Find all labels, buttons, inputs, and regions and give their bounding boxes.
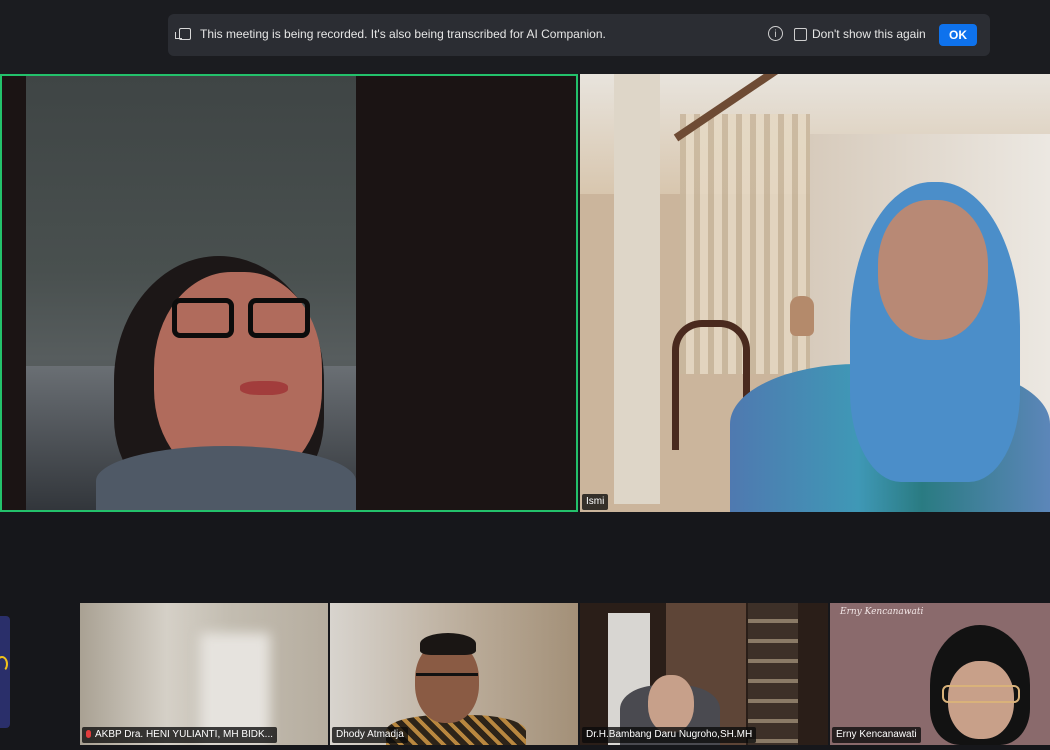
thumbnail-tile-dhody[interactable]: Dhody Atmadja [330, 603, 578, 745]
participant-jacket [96, 446, 356, 510]
speaker-video-feed [26, 76, 356, 510]
participant-face [648, 675, 694, 733]
participant-name-label: Dr.H.Bambang Daru Nugroho,SH.MH [582, 727, 757, 743]
thumbnail-tile-bambang[interactable]: Dr.H.Bambang Daru Nugroho,SH.MH [580, 603, 828, 745]
participant-name-label: Dhody Atmadja [332, 727, 408, 743]
bookshelf [748, 603, 798, 745]
thumbnail-tile-erny[interactable]: Erny Kencanawati Erny Kencanawati [830, 603, 1050, 745]
participant-name-label: Ismi [582, 494, 609, 510]
participant-hair [420, 633, 476, 655]
participant-name-label: Erny Kencanawati [832, 727, 921, 743]
room-column [614, 74, 660, 504]
video-tile-ismi[interactable]: Ismi [580, 74, 1050, 512]
thumbnail-tile-heni[interactable]: AKBP Dra. HENI YULIANTI, MH BIDK... [80, 603, 328, 745]
participant-name-text: AKBP Dra. HENI YULIANTI, MH BIDK... [95, 729, 274, 740]
flower-vase [790, 296, 814, 336]
participant-lips [240, 381, 288, 395]
active-speaker-tile[interactable] [0, 74, 578, 512]
muted-mic-icon [86, 730, 91, 738]
recording-notice-banner: This meeting is being recorded. It's als… [168, 14, 990, 56]
participant-glasses [172, 298, 322, 340]
participant-glasses [942, 685, 1020, 703]
participant-glasses [416, 673, 478, 692]
dont-show-checkbox[interactable] [794, 28, 807, 41]
ok-button[interactable]: OK [939, 24, 977, 46]
virtual-background-text: Erny Kencanawati [840, 607, 924, 617]
dont-show-label[interactable]: Don't show this again [812, 27, 926, 41]
recording-copy-icon [175, 28, 191, 40]
recording-message: This meeting is being recorded. It's als… [200, 27, 606, 41]
info-icon[interactable]: i [768, 26, 783, 41]
participant-face [878, 200, 988, 340]
participant-name-label: AKBP Dra. HENI YULIANTI, MH BIDK... [82, 727, 278, 743]
gallery-scroll-left-handle[interactable] [0, 616, 10, 728]
